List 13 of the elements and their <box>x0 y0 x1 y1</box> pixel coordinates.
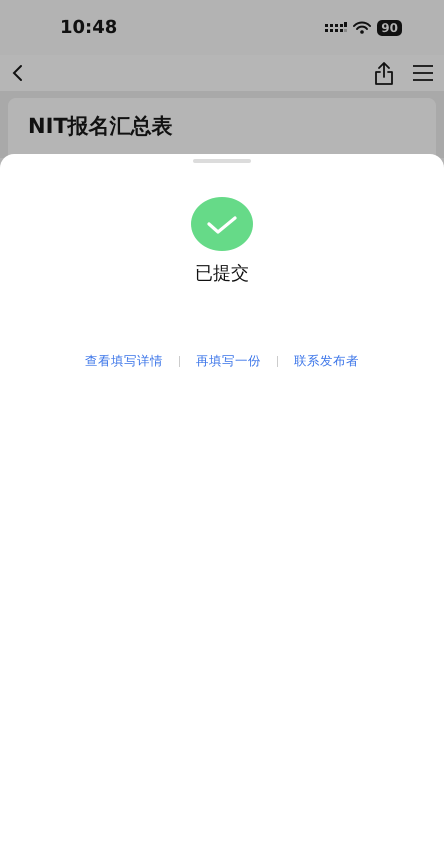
form-title: NIT报名汇总表 <box>28 114 173 138</box>
action-link[interactable]: 查看填写详情 <box>85 353 163 370</box>
wifi-icon <box>353 21 372 34</box>
action-link[interactable]: 再填写一份 <box>196 353 261 370</box>
success-check-icon <box>191 197 253 251</box>
grab-handle[interactable] <box>193 159 251 163</box>
battery-level: 90 <box>377 20 402 36</box>
action-link[interactable]: 联系发布者 <box>294 353 359 370</box>
signal-icon <box>325 22 348 34</box>
menu-icon[interactable] <box>412 64 434 82</box>
share-icon[interactable] <box>374 61 394 85</box>
status-text: 已提交 <box>195 262 249 285</box>
status-time: 10:48 <box>60 17 118 38</box>
